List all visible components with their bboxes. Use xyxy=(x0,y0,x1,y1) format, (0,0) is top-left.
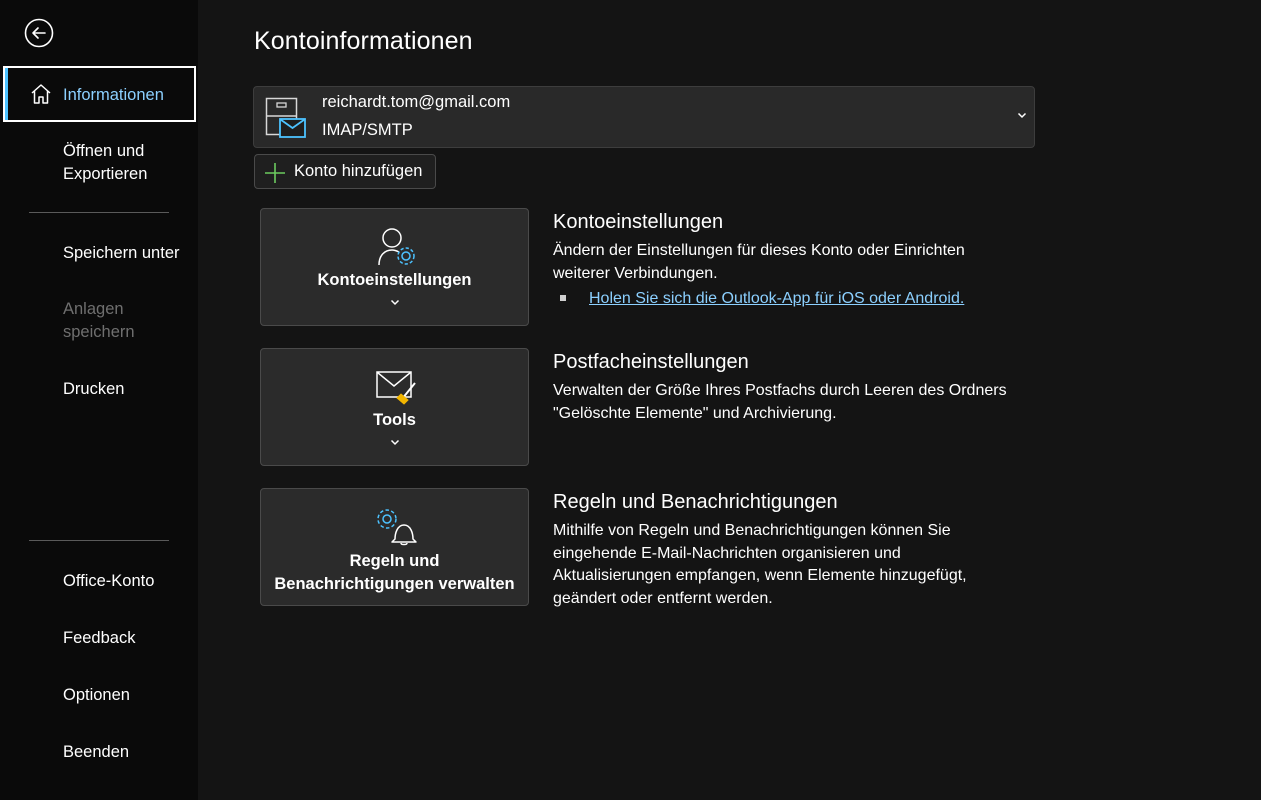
bullet xyxy=(560,295,566,301)
nav-item-label: Drucken xyxy=(63,380,125,398)
tools-button[interactable]: Tools xyxy=(260,348,529,466)
nav-item-feedback[interactable]: Feedback xyxy=(3,627,196,651)
nav-item-label: Anlagen speichern xyxy=(63,300,135,341)
section-title: Kontoeinstellungen xyxy=(553,211,724,233)
section-title: Regeln und Benachrichtigungen xyxy=(553,491,838,513)
add-account-label: Konto hinzufügen xyxy=(294,162,423,180)
account-settings-button[interactable]: Kontoeinstellungen xyxy=(260,208,529,326)
back-arrow-icon xyxy=(24,18,54,48)
mail-account-icon xyxy=(265,97,306,138)
section-description: Mithilfe von Regeln und Benachrichtigung… xyxy=(553,522,967,607)
add-account-button[interactable]: Konto hinzufügen xyxy=(254,154,436,189)
account-type: IMAP/SMTP xyxy=(322,121,413,139)
page-title: Kontoinformationen xyxy=(254,27,473,55)
manage-rules-alerts-button[interactable]: Regeln und Benachrichtigungen verwalten xyxy=(260,488,529,606)
chevron-down-icon xyxy=(1017,112,1027,119)
backstage-sidebar: Informationen Öffnen und Exportieren Spe… xyxy=(0,0,198,800)
nav-item-beenden[interactable]: Beenden xyxy=(3,741,196,765)
nav-divider xyxy=(29,212,169,213)
nav-item-label: Speichern unter xyxy=(63,244,180,262)
section-description: Ändern der Einstellungen für dieses Kont… xyxy=(553,242,965,282)
nav-divider xyxy=(29,540,169,541)
back-button[interactable] xyxy=(24,18,54,48)
tile-label: Tools xyxy=(373,411,416,429)
account-email: reichardt.tom@gmail.com xyxy=(322,93,511,111)
nav-item-label: Informationen xyxy=(63,86,164,104)
nav-item-speichern-unter[interactable]: Speichern unter xyxy=(3,242,196,266)
nav-item-office-konto[interactable]: Office-Konto xyxy=(3,570,196,594)
section-description: Verwalten der Größe Ihres Postfachs durc… xyxy=(553,382,1007,422)
nav-item-label: Beenden xyxy=(63,743,130,761)
nav-item-drucken[interactable]: Drucken xyxy=(3,378,196,402)
tile-label-text: Regeln und Benachrichtigungen verwalten xyxy=(274,552,515,593)
nav-item-label: Office-Konto xyxy=(63,572,155,590)
nav-item-label: Optionen xyxy=(63,686,130,704)
home-icon xyxy=(31,84,51,104)
chevron-down-icon xyxy=(390,439,400,446)
selected-indicator xyxy=(5,68,8,120)
tile-label: Kontoeinstellungen xyxy=(317,271,472,289)
nav-item-label: Feedback xyxy=(63,629,136,647)
outlook-mobile-app-link[interactable]: Holen Sie sich die Outlook-App für iOS o… xyxy=(589,290,964,308)
plus-icon xyxy=(265,163,285,183)
rules-alerts-icon xyxy=(377,509,417,546)
tile-label: Regeln und Benachrichtigungen verwalten xyxy=(261,550,528,596)
nav-item-oeffnen-exportieren[interactable]: Öffnen und Exportieren xyxy=(3,140,196,186)
nav-item-anlagen-speichern: Anlagen speichern xyxy=(3,298,196,344)
section-title: Postfacheinstellungen xyxy=(553,351,749,373)
chevron-down-icon xyxy=(390,299,400,306)
account-selector[interactable]: reichardt.tom@gmail.com IMAP/SMTP xyxy=(253,86,1035,148)
account-settings-icon xyxy=(378,228,415,266)
nav-item-informationen[interactable]: Informationen xyxy=(3,66,196,122)
mailbox-cleanup-icon xyxy=(376,371,416,405)
nav-item-label: Öffnen und Exportieren xyxy=(63,142,148,183)
nav-item-optionen[interactable]: Optionen xyxy=(3,684,196,708)
